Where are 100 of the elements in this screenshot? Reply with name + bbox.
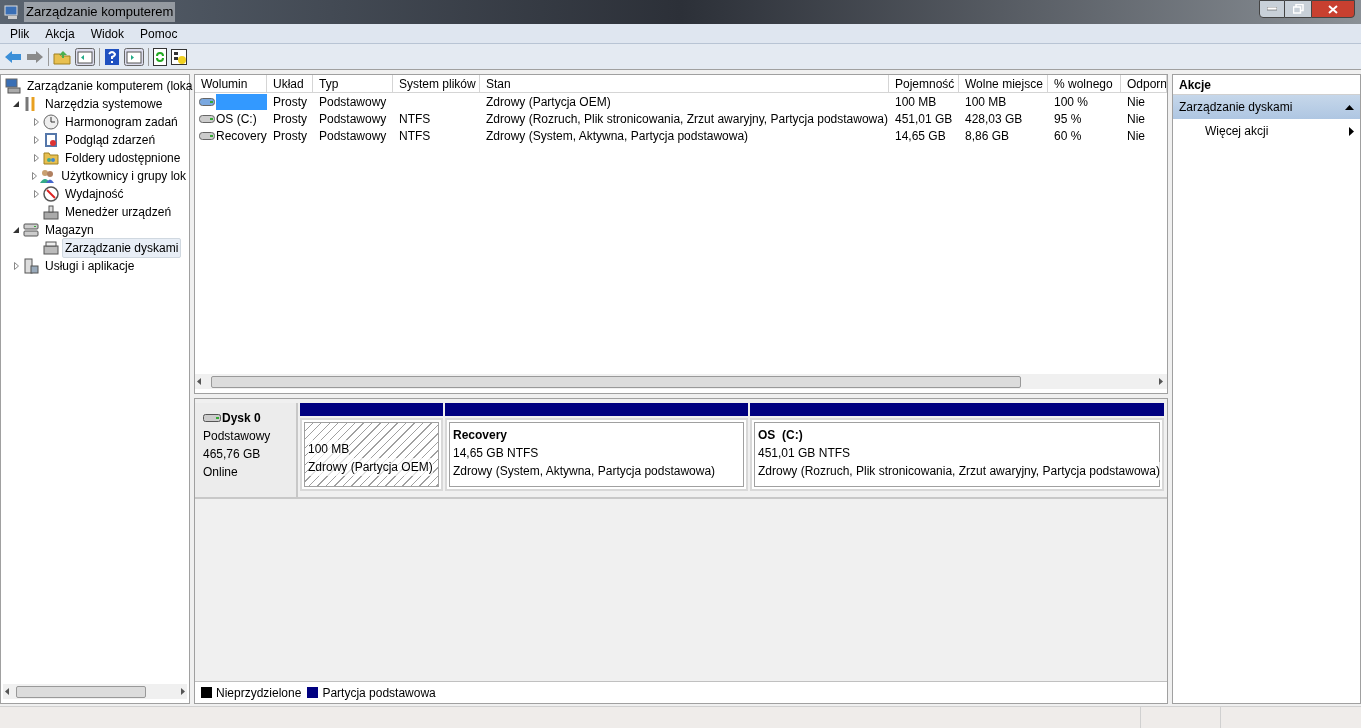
tree-item[interactable]: Magazyn [42,220,97,240]
partition-block[interactable]: OS (C:) 451,01 GB NTFS Zdrowy (Rozruch, Plik stronicowania, Zrzut awaryjny, Partycja podstawowa) [750,418,1164,491]
device-icon [43,204,59,220]
table-cell-text: 95 % [1053,110,1083,127]
table-cell-text: 8,86 GB [964,127,1011,144]
table-cell-text: Zdrowy (Rozruch, Plik stronicowania, Zrzut awaryjny, Partycja podstawowa) [485,110,889,127]
table-cell-text: 60 % [1053,127,1083,144]
horizontal-scrollbar[interactable] [195,374,1167,389]
close-button[interactable] [1311,0,1355,18]
table-cell-text: Zdrowy (System, Aktywna, Partycja podstawowa) [485,127,750,144]
legend-label: Nieprzydzielone [216,684,302,702]
table-cell-text: Zdrowy (Partycja OEM) [485,93,612,110]
column-header[interactable]: Wolumin [195,75,267,93]
menu-item[interactable]: Plik [3,24,37,43]
partition-status: Zdrowy (Rozruch, Plik stronicowania, Zrzut awaryjny, Partycja podstawowa) [758,462,1160,480]
tree-item[interactable]: Podgląd zdarzeń [62,130,159,150]
table-cell-text: NTFS [398,110,432,127]
tree-item[interactable]: Narzędzia systemowe [42,94,166,114]
actions-section-header[interactable]: Zarządzanie dyskami [1173,95,1360,119]
scroll-left-icon[interactable] [197,378,201,385]
expanded-arrow-icon[interactable] [13,101,19,107]
scroll-left-icon[interactable] [5,688,9,695]
column-header[interactable]: Pojemność [889,75,959,93]
partition-block[interactable]: 100 MB Zdrowy (Partycja OEM) [300,418,443,491]
restore-icon [1292,4,1304,14]
collapsed-arrow-icon[interactable] [33,154,39,162]
drive-icon [199,97,215,106]
tree-item[interactable]: Usługi i aplikacje [42,256,138,276]
table-cell-text: 100 % [1053,93,1090,110]
partition-name: OS (C:) [758,427,804,444]
disk-info-panel[interactable]: Dysk 0 Podstawowy 465,76 GB Online [195,403,298,497]
submenu-arrow-icon [1349,126,1354,136]
table-cell-text: NTFS [398,127,432,144]
table-cell-text: Nie [1126,110,1146,127]
tree-item[interactable]: Zarządzanie dyskami [62,238,182,258]
table-cell-text: Podstawowy [318,110,388,127]
menu-item[interactable]: Pomoc [133,24,185,43]
scroll-right-icon[interactable] [181,688,185,695]
action-link[interactable]: Więcej akcji [1205,122,1269,140]
column-header[interactable]: Typ [313,75,393,93]
minimize-icon [1267,7,1277,11]
window-title: Zarządzanie komputerem [24,2,176,22]
tree-item[interactable]: Zarządzanie komputerem (loka [24,76,196,96]
table-cell-text: 100 MB [894,93,938,110]
column-header[interactable]: Wolne miejsce [959,75,1048,93]
column-header[interactable]: Układ [267,75,313,93]
drive-icon [199,114,215,123]
expanded-arrow-icon[interactable] [13,227,19,233]
minimize-button[interactable] [1259,0,1285,18]
tree-item[interactable]: Menedżer urządzeń [62,202,175,222]
section-title: Zarządzanie dyskami [1179,99,1293,116]
legend-label: Partycja podstawowa [322,684,436,702]
partition-name: Recovery [453,427,509,444]
panel-icon[interactable] [75,47,95,66]
column-header[interactable]: Odporn [1121,75,1167,93]
clock-icon [43,114,59,130]
help-icon[interactable] [104,47,120,66]
maximize-button[interactable] [1285,0,1311,18]
tree-item[interactable]: Foldery udostępnione [62,148,184,168]
menu-item[interactable]: Akcja [38,24,82,43]
tree-item[interactable]: Użytkownicy i grupy lok [58,166,189,186]
collapsed-arrow-icon[interactable] [31,172,37,180]
disk-drive-icon [203,414,221,422]
scroll-right-icon[interactable] [1159,378,1163,385]
volume-name[interactable]: OS (C:) [216,110,267,127]
computer-icon [5,78,21,94]
table-cell-text: Podstawowy [318,127,388,144]
collapsed-arrow-icon[interactable] [13,262,19,270]
table-cell-text: Prosty [272,110,308,127]
table-cell-text: 100 MB [964,93,1008,110]
users-icon [39,168,56,184]
back-arrow-icon[interactable] [4,49,22,64]
partition-block[interactable]: Recovery 14,65 GB NTFS Zdrowy (System, Aktywna, Partycja podstawowa) [445,418,748,491]
table-cell-text: Nie [1126,93,1146,110]
selection-highlight[interactable] [216,93,267,110]
collapsed-arrow-icon[interactable] [33,190,39,198]
refresh-icon[interactable] [153,47,167,66]
column-header[interactable]: Stan [480,75,889,93]
collapse-arrow-icon [1345,104,1354,110]
collapsed-arrow-icon[interactable] [33,136,39,144]
computer-icon [4,4,20,20]
panel-icon[interactable] [124,47,144,66]
table-cell-text: Prosty [272,127,308,144]
tree-item[interactable]: Wydajność [62,184,127,204]
disk-drive-icon [43,240,59,256]
horizontal-scrollbar[interactable] [3,684,187,699]
server-icon [23,258,39,274]
column-header[interactable]: % wolnego [1048,75,1121,93]
collapsed-arrow-icon[interactable] [33,118,39,126]
table-cell-text: 451,01 GB [894,110,954,127]
column-header[interactable]: System plików [393,75,480,93]
forward-arrow-icon[interactable] [26,49,44,64]
disk-name: Dysk 0 [222,410,261,427]
menu-item[interactable]: Widok [83,24,132,43]
properties-icon[interactable] [171,48,187,65]
table-cell-text: Podstawowy [318,93,388,110]
volume-name[interactable]: Recovery [216,127,267,144]
partition-status: Zdrowy (Partycja OEM) [308,458,433,476]
tree-item[interactable]: Harmonogram zadań [62,112,181,132]
table-cell-text: Prosty [272,93,308,110]
